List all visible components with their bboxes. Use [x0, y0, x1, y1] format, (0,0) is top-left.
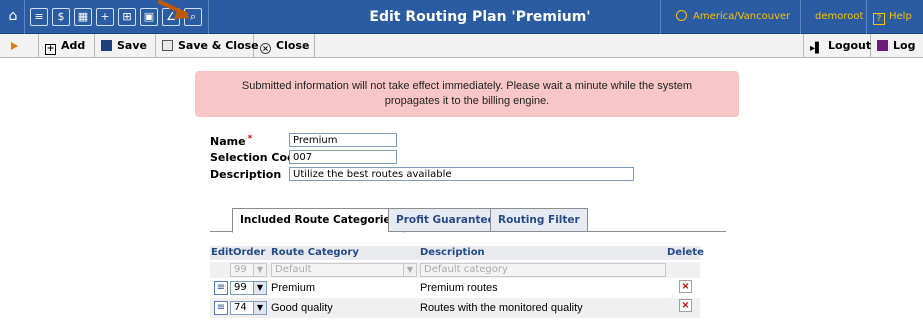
divider [800, 0, 801, 34]
close-label: Close [276, 39, 310, 52]
description-cell: Premium routes [420, 282, 498, 294]
grid-icon[interactable]: ▦ [74, 8, 92, 26]
disk-icon [162, 40, 173, 51]
help-link[interactable]: ? Help [873, 0, 912, 34]
required-marker: * [247, 134, 253, 144]
close-button[interactable]: × Close [254, 34, 315, 57]
expand-arrow-icon[interactable] [11, 42, 18, 50]
message-line-2: propagates it to the billing engine. [384, 95, 550, 107]
description-field-default: Default category [420, 263, 666, 277]
add-button[interactable]: + Add [38, 34, 95, 57]
disk-icon [101, 40, 112, 51]
save-label: Save [117, 39, 147, 52]
home-icon[interactable]: ⌂ [4, 8, 22, 26]
tab-included-route-categories[interactable]: Included Route Categories [232, 208, 405, 233]
timezone-label: America/Vancouver [693, 11, 791, 22]
name-label-text: Name [210, 135, 246, 148]
divider [24, 0, 25, 34]
help-icon: ? [873, 13, 885, 25]
edit-row-button[interactable]: ≡ [214, 301, 228, 315]
header-description: Description [420, 247, 485, 258]
tree-icon[interactable]: ⊞ [118, 8, 136, 26]
header-route-category: Route Category [271, 247, 359, 258]
help-label: Help [889, 11, 912, 22]
user-name[interactable]: demoroot [815, 0, 863, 34]
route-category-cell: Good quality [271, 302, 333, 314]
order-select[interactable]: 74 ▼ [230, 301, 267, 315]
save-close-label: Save & Close [178, 39, 259, 52]
info-message: Submitted information will not take effe… [195, 71, 739, 117]
order-value: 99 [234, 264, 247, 275]
list-icon[interactable]: ≡ [30, 8, 48, 26]
page-title: Edit Routing Plan 'Premium' [369, 9, 591, 25]
tab-routing-filter[interactable]: Routing Filter [490, 208, 588, 232]
selection-code-field[interactable] [289, 150, 397, 164]
log-button[interactable]: Log [871, 34, 923, 57]
chevron-down-icon: ▼ [253, 282, 266, 294]
add-icon: + [45, 44, 56, 55]
timezone-link[interactable]: America/Vancouver [676, 0, 790, 34]
divider [660, 0, 661, 34]
category-select-default: Default ▼ [271, 263, 417, 277]
pointer-arrow-icon [158, 0, 190, 19]
chevron-down-icon: ▼ [253, 302, 266, 314]
header-edit: Edit [211, 247, 234, 258]
top-navigation-bar: ⌂ ≡ $ ▦ + ⊞ ▣ ∠ ⌕ Edit Routing Plan 'Pre… [0, 0, 923, 34]
description-cell: Routes with the monitored quality [420, 302, 583, 314]
delete-row-button[interactable]: × [679, 299, 692, 312]
toolbar: + Add Save Save & Close × Close ▸▌ Logout L… [0, 34, 923, 58]
close-icon: × [260, 43, 271, 54]
header-delete: Delete [667, 247, 704, 258]
add-label: Add [61, 39, 86, 52]
folder-icon[interactable]: ▣ [140, 8, 158, 26]
chevron-down-icon: ▼ [253, 264, 266, 276]
delete-row-button[interactable]: × [679, 280, 692, 293]
name-field[interactable] [289, 133, 397, 147]
clock-icon [676, 10, 687, 21]
message-line-1: Submitted information will not take effe… [241, 80, 693, 92]
order-value: 99 [234, 282, 247, 293]
logout-icon: ▸▌ [810, 43, 823, 54]
edit-row-button[interactable]: ≡ [214, 281, 228, 295]
description-label: Description [210, 168, 282, 181]
order-value: 74 [234, 302, 247, 313]
description-field[interactable] [289, 167, 634, 181]
log-label: Log [893, 39, 916, 52]
divider [208, 0, 209, 34]
plus-icon[interactable]: + [96, 8, 114, 26]
name-label: Name * [210, 134, 252, 148]
divider [866, 0, 867, 34]
tab-profit-guarantee[interactable]: Profit Guarantee [388, 208, 503, 232]
chevron-down-icon: ▼ [403, 264, 416, 276]
save-button[interactable]: Save [95, 34, 156, 57]
dollar-icon[interactable]: $ [52, 8, 70, 26]
logout-button[interactable]: ▸▌ Logout [803, 34, 871, 57]
logout-label: Logout [828, 39, 872, 52]
category-value: Default [275, 264, 312, 275]
route-category-cell: Premium [271, 282, 316, 294]
order-select-default: 99 ▼ [230, 263, 267, 277]
order-select[interactable]: 99 ▼ [230, 281, 267, 295]
description-value: Default category [424, 264, 508, 275]
header-order: Order [233, 247, 266, 258]
log-icon [877, 40, 888, 51]
save-close-button[interactable]: Save & Close [156, 34, 259, 57]
